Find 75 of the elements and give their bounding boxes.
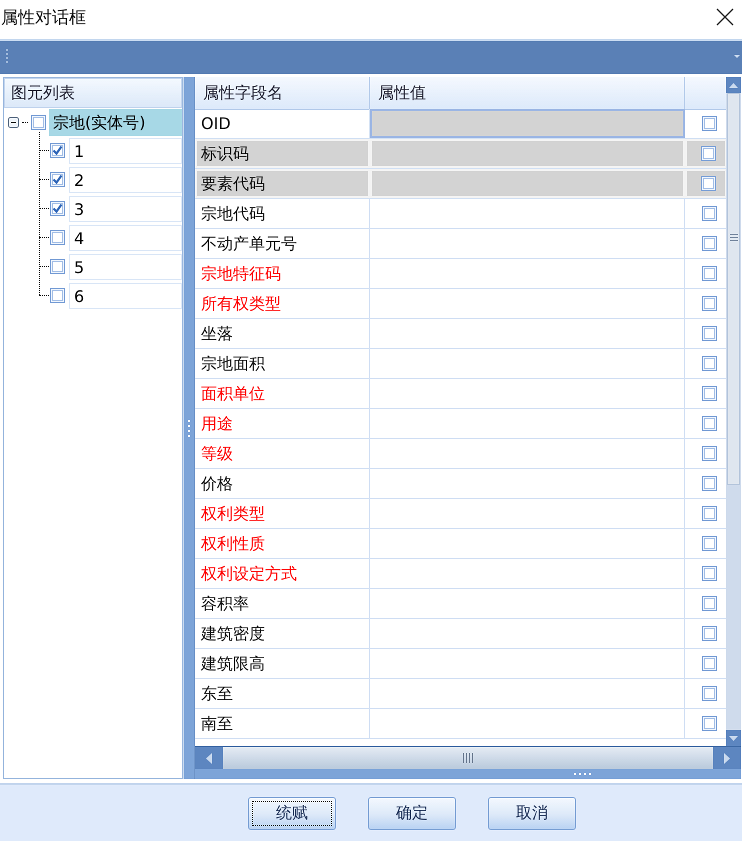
tree-item[interactable]: 6 — [69, 282, 182, 308]
grip-icon — [730, 234, 738, 241]
scroll-left-icon — [206, 752, 212, 764]
checkbox[interactable] — [50, 230, 65, 245]
column-header[interactable]: 属性值 — [370, 77, 685, 110]
column-header[interactable]: 属性字段名 — [195, 77, 370, 110]
dropdown-icon[interactable] — [734, 55, 740, 58]
value-cell[interactable] — [370, 109, 685, 138]
scroll-up-icon — [729, 82, 738, 88]
checkbox[interactable] — [702, 686, 716, 701]
panel-header: 图元列表 — [4, 78, 182, 108]
checkbox[interactable] — [702, 536, 716, 551]
field-name-cell: 南至 — [195, 709, 370, 738]
checkbox[interactable] — [702, 566, 716, 581]
checkbox[interactable] — [702, 356, 716, 371]
field-name-cell: 东至 — [195, 679, 370, 708]
close-icon[interactable] — [716, 8, 734, 26]
checkbox[interactable] — [700, 176, 716, 191]
checkbox[interactable] — [50, 259, 65, 274]
tree-item[interactable]: 3 — [69, 196, 182, 222]
checkbox[interactable] — [50, 201, 65, 216]
checkbox[interactable] — [702, 116, 716, 131]
vertical-scrollbar[interactable] — [726, 77, 741, 746]
field-name-cell: 权利设定方式 — [195, 559, 370, 588]
dialog-button[interactable]: 取消 — [488, 797, 576, 830]
checkbox[interactable] — [50, 288, 65, 303]
checkbox[interactable] — [702, 296, 716, 311]
tree-item[interactable]: 5 — [69, 254, 182, 280]
checkbox[interactable] — [702, 206, 716, 221]
field-name-cell: 标识码 — [195, 139, 370, 168]
checkbox[interactable] — [702, 656, 716, 671]
horizontal-scrollbar[interactable] — [195, 746, 741, 769]
checkbox[interactable] — [702, 266, 716, 281]
tree-item[interactable]: 宗地(实体号) — [49, 108, 182, 136]
column-header[interactable] — [685, 77, 726, 110]
checkbox[interactable] — [702, 716, 716, 731]
checkbox[interactable] — [31, 114, 46, 130]
tree-item[interactable]: 4 — [69, 224, 182, 250]
collapse-icon[interactable] — [8, 116, 19, 128]
grip-icon — [463, 753, 473, 763]
field-name-cell: 宗地面积 — [195, 349, 370, 378]
field-name-cell: 宗地代码 — [195, 199, 370, 228]
field-name-cell: 权利类型 — [195, 499, 370, 528]
field-name-cell: 用途 — [195, 409, 370, 438]
checkbox[interactable] — [702, 416, 716, 431]
field-name-cell: 坐落 — [195, 319, 370, 348]
scroll-down-icon — [729, 736, 738, 740]
field-name-cell: 建筑密度 — [195, 619, 370, 648]
field-name-cell: 不动产单元号 — [195, 229, 370, 258]
checkbox[interactable] — [702, 446, 716, 461]
checkbox[interactable] — [702, 626, 716, 641]
window-title: 属性对话框 — [0, 6, 86, 28]
checkbox[interactable] — [50, 143, 65, 158]
checkbox[interactable] — [702, 236, 716, 251]
field-name-cell: 面积单位 — [195, 379, 370, 408]
field-name-cell: 建筑限高 — [195, 649, 370, 678]
tree-item[interactable]: 2 — [69, 166, 182, 192]
field-name-cell: 容积率 — [195, 589, 370, 618]
checkbox[interactable] — [702, 386, 716, 401]
scroll-right-icon — [724, 752, 730, 764]
dialog-button[interactable]: 确定 — [368, 797, 456, 830]
checkbox[interactable] — [702, 506, 716, 521]
field-name-cell: 所有权类型 — [195, 289, 370, 318]
field-name-cell: 宗地特征码 — [195, 259, 370, 288]
checkbox[interactable] — [702, 326, 716, 341]
field-name-cell: 等级 — [195, 439, 370, 468]
checkbox[interactable] — [702, 596, 716, 611]
tree-item[interactable]: 1 — [69, 138, 182, 164]
dialog-button[interactable]: 统赋 — [248, 797, 336, 830]
checkbox[interactable] — [700, 146, 716, 161]
field-name-cell: 权利性质 — [195, 529, 370, 558]
field-name-cell: 价格 — [195, 469, 370, 498]
checkbox[interactable] — [50, 172, 65, 187]
field-name-cell: 要素代码 — [195, 169, 370, 198]
checkbox[interactable] — [702, 476, 716, 491]
